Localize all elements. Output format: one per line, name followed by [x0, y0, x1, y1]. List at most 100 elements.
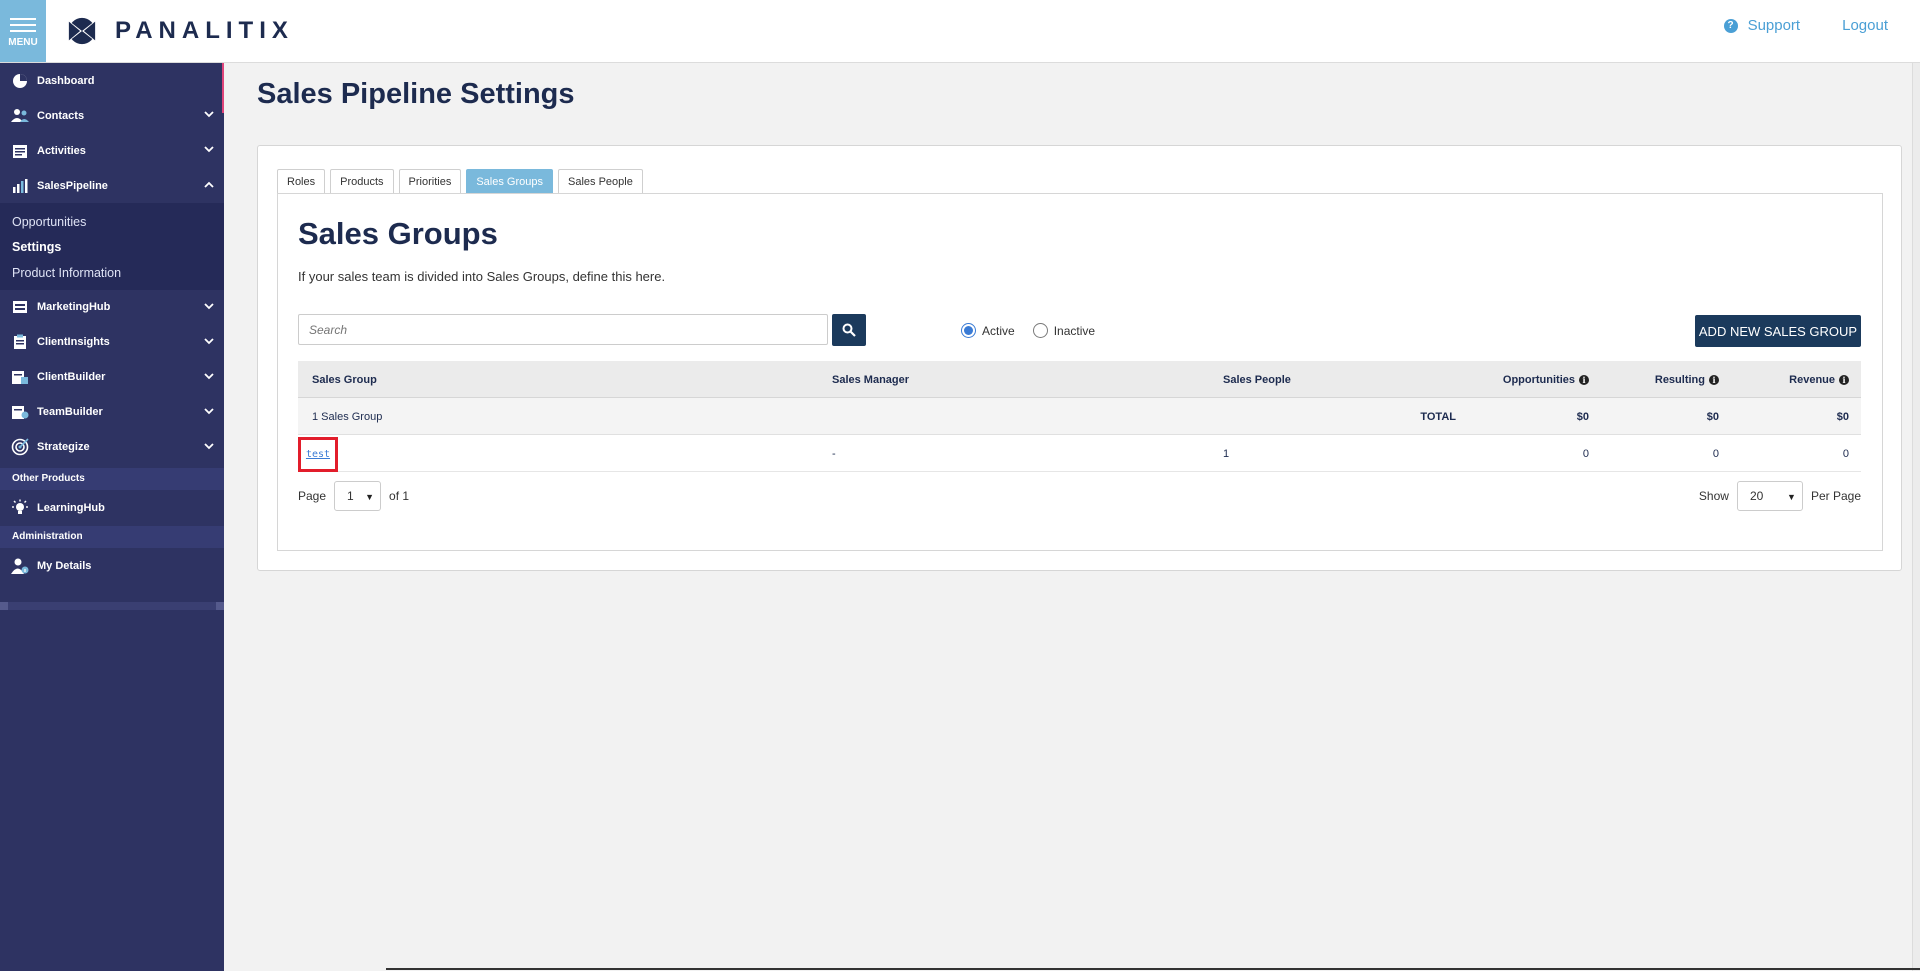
- sidebar-item-label: MarketingHub: [37, 301, 111, 313]
- column-header-sales-manager[interactable]: Sales Manager: [832, 361, 909, 398]
- pie-chart-icon: [11, 72, 29, 90]
- per-page-control: Show 20 ▼ Per Page: [1699, 481, 1861, 511]
- inactive-radio-label: Inactive: [1053, 323, 1096, 338]
- activities-icon: [11, 142, 29, 160]
- active-radio-label: Active: [982, 323, 1015, 338]
- sidebar-item-clientinsights[interactable]: ClientInsights: [0, 325, 224, 360]
- column-header-opportunities[interactable]: Opportunities i: [1503, 361, 1589, 398]
- page-vertical-scrollbar[interactable]: [1912, 63, 1920, 971]
- opportunities-cell: 0: [1582, 447, 1589, 460]
- sidebar-item-contacts[interactable]: Contacts: [0, 98, 224, 133]
- sales-manager-cell: -: [832, 447, 836, 460]
- tab-sales-groups[interactable]: Sales Groups: [466, 169, 553, 193]
- per-page-select-value: 20: [1749, 489, 1764, 503]
- column-header-sales-people[interactable]: Sales People: [1223, 361, 1291, 398]
- resulting-cell: 0: [1712, 447, 1719, 460]
- sidebar-item-salespipeline[interactable]: SalesPipeline: [0, 168, 224, 203]
- hamburger-icon: [10, 14, 36, 36]
- salespipeline-submenu: Opportunities Settings Product Informati…: [0, 203, 224, 290]
- sidebar: Dashboard Contacts Activities SalesPipel…: [0, 63, 224, 971]
- sidebar-item-label: Contacts: [37, 109, 85, 122]
- show-label: Show: [1698, 489, 1729, 503]
- scroll-right-arrow-icon[interactable]: [216, 602, 224, 610]
- table-row: test - 1 0 0 0: [298, 435, 1861, 472]
- column-header-revenue[interactable]: Revenue i: [1789, 361, 1849, 398]
- administration-heading: Administration: [0, 525, 224, 548]
- tab-roles[interactable]: Roles: [277, 169, 326, 193]
- table-header-row: Sales Group Sales Manager Sales People O…: [298, 361, 1861, 398]
- bar-chart-icon: [11, 177, 29, 195]
- sidebar-item-label: SalesPipeline: [37, 179, 108, 192]
- info-icon[interactable]: i: [1709, 374, 1719, 385]
- column-header-resulting[interactable]: Resulting i: [1655, 361, 1719, 398]
- search-button[interactable]: [832, 314, 866, 346]
- sidebar-item-teambuilder[interactable]: TeamBuilder: [0, 395, 224, 430]
- sidebar-item-clientbuilder[interactable]: ClientBuilder: [0, 360, 224, 395]
- panalitix-logo[interactable]: PANALITIX: [63, 16, 294, 46]
- marketing-icon: [11, 298, 29, 316]
- support-link[interactable]: ? Support: [1723, 17, 1800, 34]
- chevron-down-icon: [204, 336, 214, 348]
- radio-unchecked-icon: [1032, 323, 1048, 338]
- sidebar-item-marketinghub[interactable]: MarketingHub: [0, 290, 224, 325]
- section-description: If your sales team is divided into Sales…: [298, 269, 666, 284]
- sidebar-item-label: TeamBuilder: [37, 406, 103, 418]
- page-label: Page: [298, 489, 327, 503]
- sidebar-item-label: ClientBuilder: [37, 371, 106, 383]
- chevron-down-icon: [204, 109, 214, 121]
- chevron-down-icon: [204, 371, 214, 383]
- info-icon[interactable]: i: [1579, 374, 1589, 385]
- top-bar: MENU PANALITIX ? Support Logout: [0, 0, 1920, 63]
- logo-mark-icon: [65, 17, 99, 45]
- active-radio[interactable]: Active: [961, 323, 1015, 338]
- inactive-radio[interactable]: Inactive: [1032, 323, 1096, 338]
- sidebar-item-my-details[interactable]: My Details: [0, 551, 224, 581]
- sidebar-horizontal-scrollbar[interactable]: [0, 602, 224, 610]
- sidebar-item-label: My Details: [37, 559, 92, 572]
- page-select[interactable]: 1 ▼: [334, 481, 382, 511]
- sales-group-link-highlight: test: [298, 437, 338, 472]
- sales-groups-table: Sales Group Sales Manager Sales People O…: [298, 361, 1861, 472]
- help-icon: ?: [1723, 18, 1738, 33]
- submenu-item-opportunities[interactable]: Opportunities: [0, 209, 224, 235]
- tab-sales-people[interactable]: Sales People: [558, 169, 643, 193]
- sidebar-item-activities[interactable]: Activities: [0, 133, 224, 168]
- sidebar-item-label: LearningHub: [37, 501, 105, 514]
- sidebar-item-label: Activities: [37, 144, 86, 157]
- total-revenue: $0: [1836, 410, 1849, 423]
- total-label: TOTAL: [1420, 410, 1456, 423]
- sales-people-cell: 1: [1223, 447, 1230, 460]
- status-filter: Active Inactive: [961, 323, 1113, 338]
- submenu-item-settings[interactable]: Settings: [0, 235, 224, 261]
- chevron-up-icon: [204, 179, 214, 191]
- pagination: Page 1 ▼ of 1: [298, 481, 409, 511]
- scroll-left-arrow-icon[interactable]: [0, 602, 8, 610]
- per-page-select[interactable]: 20 ▼: [1736, 481, 1803, 511]
- column-header-sales-group[interactable]: Sales Group: [312, 361, 377, 398]
- tab-priorities[interactable]: Priorities: [398, 169, 462, 193]
- sidebar-item-label: Strategize: [37, 441, 90, 453]
- submenu-item-product-information[interactable]: Product Information: [0, 260, 224, 286]
- chevron-down-icon: [204, 406, 214, 418]
- logout-link[interactable]: Logout: [1842, 17, 1888, 34]
- add-new-sales-group-button[interactable]: ADD NEW SALES GROUP: [1695, 315, 1861, 347]
- logo-text: PANALITIX: [115, 17, 294, 44]
- settings-tabs: Roles Products Priorities Sales Groups S…: [277, 169, 648, 193]
- contacts-icon: [11, 107, 29, 125]
- info-icon[interactable]: i: [1839, 374, 1849, 385]
- sidebar-item-strategize[interactable]: Strategize: [0, 430, 224, 465]
- page-of-label: of 1: [389, 489, 410, 503]
- page-select-value: 1: [347, 489, 354, 503]
- menu-button[interactable]: MENU: [0, 0, 46, 62]
- sidebar-item-label: ClientInsights: [37, 336, 110, 348]
- sidebar-item-dashboard[interactable]: Dashboard: [0, 63, 224, 98]
- chevron-down-icon: [204, 301, 214, 313]
- search-input[interactable]: [299, 315, 827, 344]
- sales-group-link[interactable]: test: [306, 449, 330, 460]
- sidebar-item-learninghub[interactable]: LearningHub: [0, 493, 224, 523]
- tab-products[interactable]: Products: [330, 169, 394, 193]
- bottom-divider: [386, 968, 1920, 970]
- team-builder-icon: [11, 403, 29, 421]
- section-title: Sales Groups: [298, 216, 498, 251]
- total-opportunities: $0: [1576, 410, 1589, 423]
